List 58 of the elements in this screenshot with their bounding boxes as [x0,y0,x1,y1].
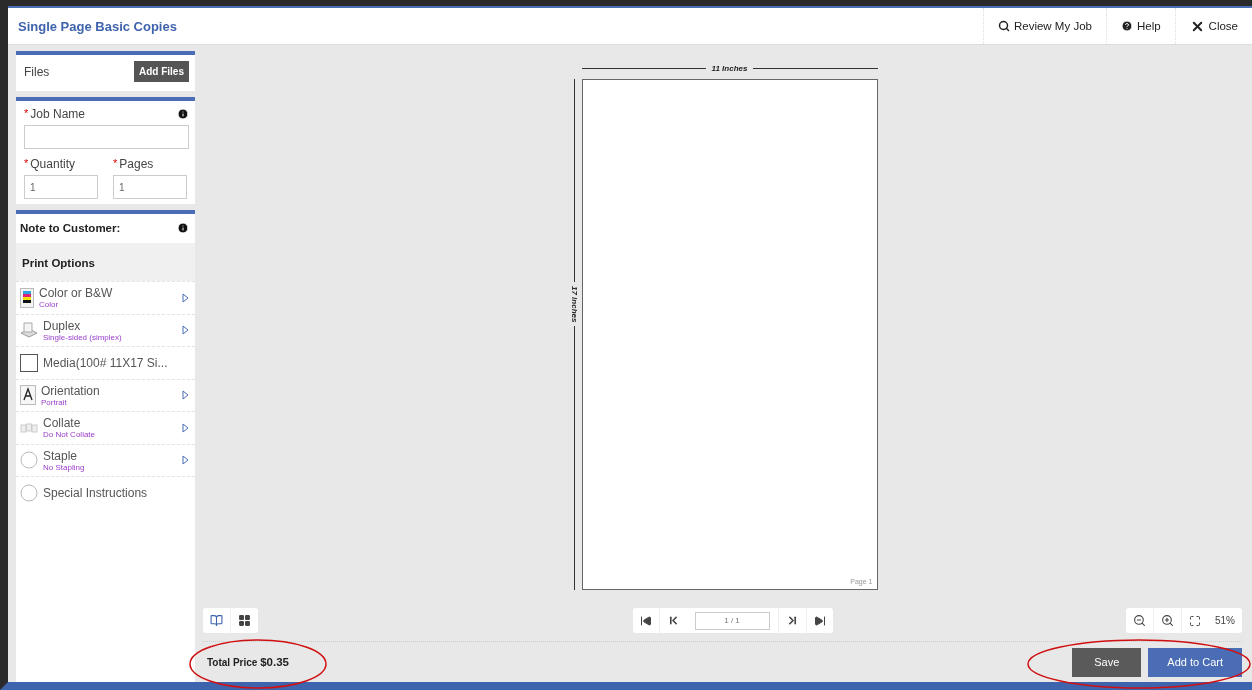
print-option[interactable]: Special Instructions [16,476,195,509]
radio-button[interactable] [20,451,38,470]
first-page-icon [639,614,652,627]
info-icon[interactable] [177,222,189,234]
pages-icon [20,420,38,435]
job-name-label: Job Name [30,107,85,121]
option-label: Special Instructions [43,485,149,500]
pages-field[interactable]: 1 [113,175,187,199]
print-option[interactable]: Duplex Single-sided (simplex) [16,313,195,346]
option-value: Portrait [41,397,68,407]
grid-icon [238,614,251,627]
info-icon[interactable] [177,108,189,120]
fit-screen-icon [1189,614,1201,627]
option-label: Staple [43,448,78,463]
height-dimension: 17 Inches [567,79,582,590]
print-option[interactable]: Staple No Stapling [16,443,195,476]
option-label: Duplex [43,318,81,333]
zoom-level: 51% [1214,615,1236,626]
zoom-in-icon [1161,614,1174,627]
print-option[interactable]: Collate Do Not Collate [16,411,195,444]
book-icon [210,614,223,627]
add-files-button[interactable]: Add Files [134,61,189,82]
print-option[interactable]: Color or B&W Color [16,281,195,314]
letter-page-icon [20,385,36,406]
checkbox[interactable] [20,353,38,372]
add-to-cart-button[interactable]: Add to Cart [1148,647,1242,677]
width-dimension: 11 Inches [581,61,878,75]
print-option[interactable]: Orientation Portrait [16,378,195,411]
print-option[interactable]: Media(100# 11X17 Si... [16,346,195,379]
option-value: Do Not Collate [43,430,97,440]
search-icon [997,20,1010,32]
last-page-icon [813,614,826,627]
option-value: No Stapling [43,462,86,472]
option-label: Color or B&W [39,286,114,301]
option-value: Color [39,300,60,310]
radio-button[interactable] [20,483,38,502]
option-label: Orientation [41,383,101,398]
total-price: Total Price $0.35 [206,656,289,668]
zoom-out-icon [1133,614,1146,627]
window-title: Single Page Basic Copies [17,17,178,36]
required-mark: * [113,157,118,171]
note-label: Note to Customer: [20,222,121,234]
required-mark: * [24,107,29,121]
paper-stack-icon [20,322,38,339]
option-label: Media(100# 11X17 Si... [43,355,169,370]
color-cartridge-icon [20,287,34,308]
pages-label: Pages [119,157,154,171]
option-label: Collate [43,416,82,431]
help-icon [1120,20,1133,32]
option-value: Single-sided (simplex) [43,332,123,342]
quantity-label: Quantity [30,157,75,171]
save-button[interactable]: Save [1072,647,1142,677]
job-name-field[interactable] [24,125,189,149]
files-label: Files [24,64,50,79]
quantity-field[interactable]: 1 [24,175,98,199]
print-options-header: Print Options [16,243,195,281]
page-field[interactable]: 1 / 1 [694,611,770,630]
required-mark: * [24,157,29,171]
